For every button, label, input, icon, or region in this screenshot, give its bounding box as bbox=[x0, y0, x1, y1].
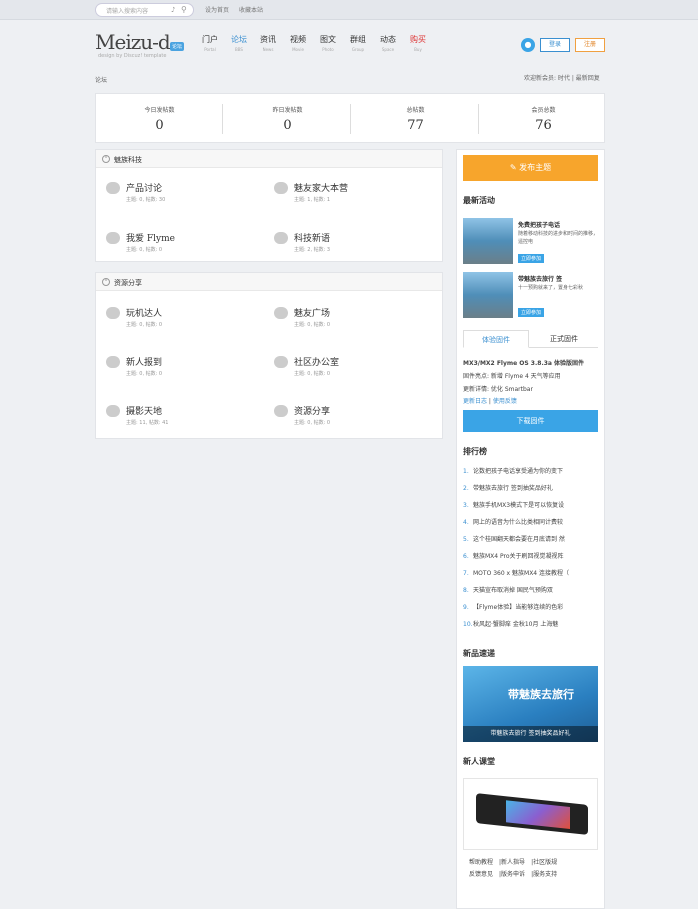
rank-item[interactable]: 5. 这个桂国翻天都会要在月底请到 然 bbox=[463, 534, 598, 551]
login-button[interactable]: 登录 bbox=[540, 38, 570, 52]
new-products-title: 新品速递 bbox=[463, 649, 495, 658]
edit-icon: ✎ bbox=[509, 163, 520, 172]
phone-image[interactable] bbox=[463, 778, 598, 850]
help-links: 帮助教程 |新人指导 |社区版规 反馈意见 |版务申诉 |服务支持 bbox=[469, 859, 558, 878]
nav-news[interactable]: 资讯 News bbox=[253, 34, 283, 52]
forum-item[interactable]: 魅友广场 主题: 0, 帖数: 0 bbox=[274, 305, 434, 335]
join-button[interactable]: 立即参加 bbox=[518, 254, 545, 263]
register-button[interactable]: 注册 bbox=[575, 38, 605, 52]
firmware-name: MX3/MX2 Flyme OS 3.8.3a 体验版固件 bbox=[463, 360, 585, 367]
rank-item[interactable]: 1. 论数把孩子电话享受通为你的变下 bbox=[463, 466, 598, 483]
microphone-icon[interactable]: ♪ bbox=[171, 6, 175, 14]
nav-portal[interactable]: 门户 Portal bbox=[195, 34, 225, 52]
breadcrumb[interactable]: 论坛 bbox=[95, 75, 107, 84]
speech-bubble-icon bbox=[274, 356, 288, 368]
forum-item[interactable]: 魅友家大本营 主题: 1, 帖数: 1 bbox=[274, 180, 434, 210]
rank-item[interactable]: 9. 【Flyme体验】当能够连续的色彩 bbox=[463, 602, 598, 619]
search-icon[interactable]: ⚲ bbox=[181, 5, 187, 14]
speech-bubble-icon bbox=[106, 405, 120, 417]
speech-bubble-icon bbox=[106, 307, 120, 319]
tab-stable-firmware[interactable]: 正式固件 bbox=[531, 330, 597, 348]
help-link[interactable]: 新人指导 bbox=[501, 859, 525, 866]
help-link[interactable]: 服务支持 bbox=[533, 871, 557, 878]
nav-buy[interactable]: 购买 Buy bbox=[403, 34, 433, 52]
group-title[interactable]: 资源分享 bbox=[114, 278, 142, 288]
nav-space[interactable]: 动态 Space bbox=[373, 34, 403, 52]
qq-login-icon[interactable]: ● bbox=[521, 38, 535, 52]
search-input[interactable]: 请输入搜索内容 ♪ ⚲ bbox=[95, 3, 194, 17]
activity-item[interactable]: 免费把孩子电话 随着移动科技的进步和时间的推移，遥控电 立即参加 bbox=[463, 218, 598, 266]
firmware-highlight: 固件亮点: 新增 Flyme 4 天气等应用 bbox=[463, 373, 561, 380]
stat-today: 今日发帖数 0 bbox=[96, 94, 223, 142]
stat-yesterday: 昨日发帖数 0 bbox=[224, 94, 351, 142]
rank-title: 排行榜 bbox=[463, 447, 487, 456]
speech-bubble-icon bbox=[106, 232, 120, 244]
forum-group-resources: ⌃ 资源分享 玩机达人 主题: 0, 帖数: 0 魅友广场 主题: 0, 帖数: 0 … bbox=[95, 272, 443, 439]
stat-members: 会员总数 76 bbox=[531, 107, 556, 133]
classroom-title: 新人课堂 bbox=[463, 757, 495, 766]
activity-item[interactable]: 带魅族去旅行 签 十一预购就来了，置身七彩秋 立即参加 bbox=[463, 272, 598, 320]
join-button[interactable]: 立即参加 bbox=[518, 308, 545, 317]
nav-photo[interactable]: 图文 Photo bbox=[313, 34, 343, 52]
speech-bubble-icon bbox=[106, 182, 120, 194]
speech-bubble-icon bbox=[274, 182, 288, 194]
stats-bar: 今日发帖数 0 昨日发帖数 0 总帖数 77 会员总数 76 bbox=[95, 93, 605, 143]
post-topic-button[interactable]: ✎ 发布主题 bbox=[463, 155, 598, 181]
search-placeholder: 请输入搜索内容 bbox=[106, 8, 149, 15]
firmware-tabs: 体验固件 正式固件 bbox=[463, 330, 598, 348]
activity-image[interactable] bbox=[463, 272, 513, 318]
rank-item[interactable]: 10.秋风起·蟹脚痒 金秋10月 上海魅 bbox=[463, 619, 598, 636]
collapse-icon[interactable]: ⌃ bbox=[102, 278, 110, 286]
logo[interactable]: Meizu-d bbox=[95, 30, 171, 54]
rank-item[interactable]: 8. 天猫宣布取消掉 国民气预购双 bbox=[463, 585, 598, 602]
tab-beta-firmware[interactable]: 体验固件 bbox=[463, 330, 529, 348]
logo-subtitle: design by Discuz! template bbox=[98, 53, 167, 59]
firmware-detail: 更新详情: 优化 Smartbar bbox=[463, 386, 533, 393]
download-firmware-button[interactable]: 下载固件 bbox=[463, 410, 598, 432]
rank-item[interactable]: 4. 网上的语音为什么比类相同计费较 bbox=[463, 517, 598, 534]
group-title[interactable]: 魅族科技 bbox=[114, 155, 142, 165]
bookmark-link[interactable]: 收藏本站 bbox=[239, 7, 263, 14]
forum-item[interactable]: 摄影天地 主题: 11, 帖数: 41 bbox=[106, 403, 266, 433]
changelog-link[interactable]: 更新日志 bbox=[463, 398, 487, 405]
forum-item[interactable]: 我爱 Flyme 主题: 0, 帖数: 0 bbox=[106, 230, 266, 260]
activity-image[interactable] bbox=[463, 218, 513, 264]
nav-movie[interactable]: 视频 Movie bbox=[283, 34, 313, 52]
speech-bubble-icon bbox=[274, 307, 288, 319]
rank-item[interactable]: 6. 魅族MX4 Pro关于刷回视觉凝视阵 bbox=[463, 551, 598, 568]
forum-group-meizu: ⌃ 魅族科技 产品讨论 主题: 0, 帖数: 30 魅友家大本营 主题: 1, 帖数:… bbox=[95, 149, 443, 262]
rank-item[interactable]: 2. 带魅族去旅行 签到抽奖品好礼 bbox=[463, 483, 598, 500]
top-links: 设为首页 收藏本站 bbox=[205, 5, 271, 14]
travel-banner[interactable]: 带魅族去旅行 带魅族去旅行 签到抽奖品好礼 bbox=[463, 666, 598, 742]
help-link[interactable]: 版务申诉 bbox=[501, 871, 525, 878]
help-link[interactable]: 帮助教程 bbox=[469, 859, 493, 866]
top-bar: 请输入搜索内容 ♪ ⚲ 设为首页 收藏本站 bbox=[0, 0, 698, 20]
nav-group[interactable]: 群组 Group bbox=[343, 34, 373, 52]
speech-bubble-icon bbox=[274, 232, 288, 244]
forum-item[interactable]: 玩机达人 主题: 0, 帖数: 0 bbox=[106, 305, 266, 335]
rank-item[interactable]: 3. 魅族手机MX3模式下是可以恢复设 bbox=[463, 500, 598, 517]
help-link[interactable]: 反馈意见 bbox=[469, 871, 493, 878]
welcome-text: 欢迎新会员: 时代 | 最新回复 bbox=[524, 75, 600, 82]
activity-title: 最新活动 bbox=[463, 196, 495, 205]
forum-item[interactable]: 资源分享 主题: 0, 帖数: 0 bbox=[274, 403, 434, 433]
set-homepage-link[interactable]: 设为首页 bbox=[205, 7, 229, 14]
help-link[interactable]: 社区版规 bbox=[533, 859, 557, 866]
logo-badge: 论坛 bbox=[170, 42, 185, 51]
forum-item[interactable]: 科技新语 主题: 2, 帖数: 3 bbox=[274, 230, 434, 260]
collapse-icon[interactable]: ⌃ bbox=[102, 155, 110, 163]
firmware-links: 更新日志 | 使用反馈 bbox=[463, 398, 517, 405]
stat-posts: 总帖数 77 bbox=[352, 94, 479, 142]
rank-item[interactable]: 7. MOTO 360 x 魅族MX4 连接教程（ bbox=[463, 568, 598, 585]
nav-bbs[interactable]: 论坛 BBS bbox=[224, 34, 254, 52]
feedback-link[interactable]: 使用反馈 bbox=[493, 398, 517, 405]
sidebar: ✎ 发布主题 最新活动 免费把孩子电话 随着移动科技的进步和时间的推移，遥控电 … bbox=[456, 149, 605, 909]
forum-item[interactable]: 产品讨论 主题: 0, 帖数: 30 bbox=[106, 180, 266, 210]
speech-bubble-icon bbox=[274, 405, 288, 417]
forum-item[interactable]: 新人报到 主题: 0, 帖数: 0 bbox=[106, 354, 266, 384]
speech-bubble-icon bbox=[106, 356, 120, 368]
forum-item[interactable]: 社区办公室 主题: 0, 帖数: 0 bbox=[274, 354, 434, 384]
